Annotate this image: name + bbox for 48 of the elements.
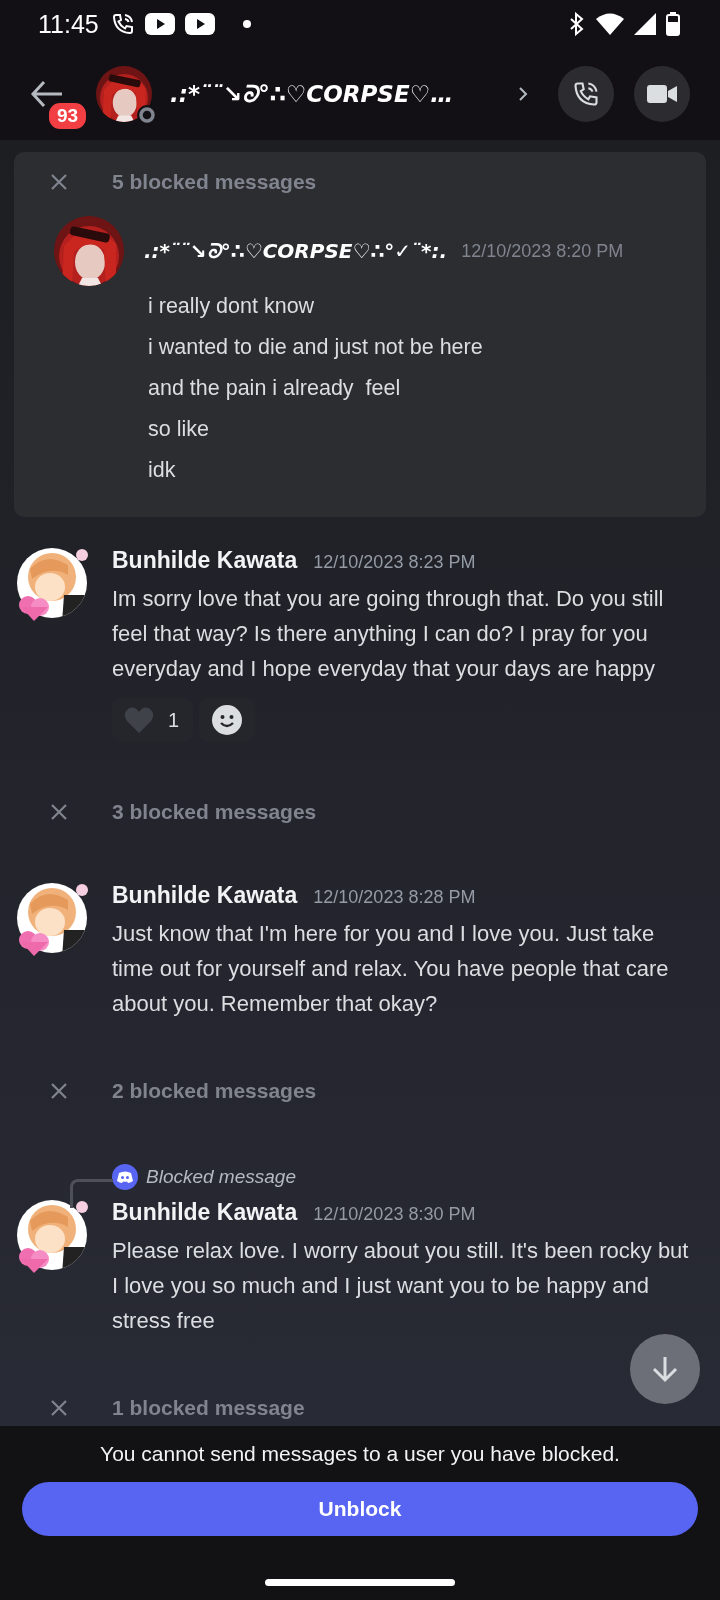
close-icon[interactable] — [50, 803, 68, 821]
username[interactable]: Bunhilde Kawata — [112, 547, 298, 574]
replied-message-text[interactable]: Blocked message — [146, 1166, 296, 1188]
play-icon — [184, 13, 215, 35]
video-camera-icon — [647, 83, 677, 105]
offline-status-icon — [136, 104, 158, 126]
timestamp: 12/10/2023 8:23 PM — [313, 552, 476, 573]
message-text: i wanted to die and just not be here — [147, 334, 484, 361]
arrow-down-icon — [652, 1355, 678, 1383]
blocked-messages-toggle[interactable]: 5 blocked messages — [112, 170, 317, 194]
blocked-messages-toggle[interactable]: 2 blocked messages — [112, 1079, 317, 1103]
timestamp: 12/10/2023 8:20 PM — [461, 240, 624, 262]
play-icon — [144, 13, 175, 35]
battery-icon — [666, 12, 680, 36]
message-text: Just know that I'm here for you and I love you. Just take time out for yourself and relax. You have people that care about you. Remember that okay? — [112, 920, 670, 1018]
username[interactable]: .:*¨¨↘ᘐ°∴♡CORPSE♡∴°✓¨*:. — [144, 239, 448, 263]
blocked-messages-toggle[interactable]: 1 blocked message — [112, 1396, 305, 1420]
voice-call-button[interactable] — [558, 66, 614, 122]
close-icon[interactable] — [50, 173, 68, 191]
message-text: Please relax love. I worry about you still. It's been rocky but I love you so much and I just want you to be happy and stress free — [112, 1237, 690, 1335]
bluetooth-icon — [568, 12, 586, 36]
dot-icon — [242, 20, 251, 28]
message-text: i really dont know — [147, 293, 316, 320]
message-text: so like — [147, 416, 210, 443]
close-icon[interactable] — [50, 1082, 68, 1100]
clock-time: 11:45 — [38, 9, 99, 39]
smiley-icon — [212, 705, 243, 735]
chat-title[interactable]: .:*¨¨↘ᘐ°∴♡CORPSE♡… — [170, 80, 518, 108]
heart-icon — [124, 707, 154, 733]
message-text: Im sorry love that you are going through that. Do you still feel that way? Is there anything I can do? I pray for you everyday and I hope everyday that your days are happy — [112, 585, 665, 683]
message-text: and the pain i already feel — [147, 375, 402, 402]
chevron-icon[interactable] — [518, 86, 528, 102]
username[interactable]: Bunhilde Kawata — [112, 1199, 298, 1226]
username[interactable]: Bunhilde Kawata — [112, 882, 298, 909]
timestamp: 12/10/2023 8:30 PM — [313, 1204, 476, 1225]
signal-icon — [634, 13, 656, 35]
wifi-icon — [596, 13, 624, 35]
unblock-button[interactable]: Unblock — [22, 1482, 698, 1536]
blocked-messages-toggle[interactable]: 3 blocked messages — [112, 800, 317, 824]
message-text: idk — [147, 457, 177, 484]
close-icon[interactable] — [50, 1399, 68, 1417]
phone-icon — [110, 12, 135, 36]
discord-logo-icon — [112, 1164, 138, 1190]
blocked-notice: You cannot send messages to a user you have blocked. — [99, 1442, 621, 1466]
timestamp: 12/10/2023 8:28 PM — [313, 887, 476, 908]
phone-icon — [572, 80, 600, 108]
back-arrow-icon[interactable] — [30, 80, 64, 108]
video-call-button[interactable] — [634, 66, 690, 122]
